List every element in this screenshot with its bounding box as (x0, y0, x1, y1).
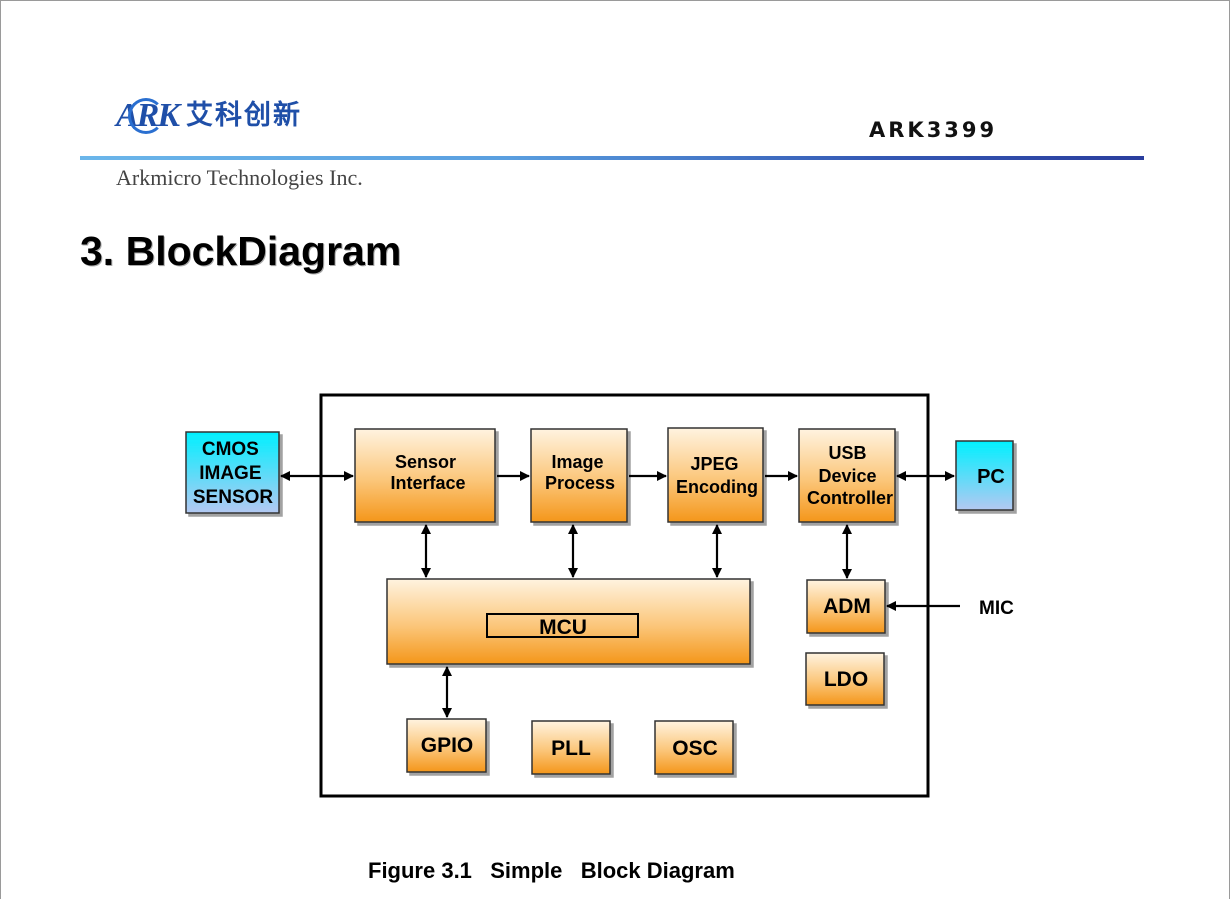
pc-block: PC (955, 440, 1014, 511)
block-diagram: CMOS IMAGE SENSOR PC MIC Sensor Interfac… (185, 393, 1014, 798)
usb-device-controller-block: USB Device Controller (798, 428, 896, 523)
sensor-interface-line2: Interface (390, 473, 465, 493)
sensor-interface-line1: Sensor (395, 452, 456, 472)
ldo-label: LDO (824, 668, 868, 691)
pll-block: PLL (531, 720, 611, 775)
adm-block: ADM (806, 579, 886, 634)
adm-label: ADM (823, 595, 871, 618)
usb-controller-line2: Device (818, 466, 876, 486)
jpeg-encoding-line1: JPEG (690, 454, 738, 474)
sensor-interface-block: Sensor Interface (354, 428, 496, 523)
svg-text:Sensor Interface: Sensor Interface (390, 452, 465, 493)
mcu-label: MCU (539, 616, 587, 639)
pc-label: PC (977, 466, 1005, 488)
gpio-block: GPIO (406, 718, 487, 773)
image-process-line1: Image (551, 452, 603, 472)
usb-controller-line3: Controller (807, 488, 893, 508)
osc-label: OSC (672, 737, 718, 760)
image-process-line2: Process (545, 473, 615, 493)
usb-controller-line1: USB (828, 443, 866, 463)
mic-label: MIC (979, 598, 1014, 619)
jpeg-encoding-block: JPEG Encoding (667, 427, 764, 523)
ldo-block: LDO (805, 652, 885, 706)
gpio-label: GPIO (421, 734, 474, 757)
cmos-label-line1: CMOS (202, 439, 259, 460)
osc-block: OSC (654, 720, 734, 775)
cmos-image-sensor-block: CMOS IMAGE SENSOR (185, 431, 280, 514)
cmos-label-line2: IMAGE (199, 463, 261, 484)
figure-caption: Figure 3.1 Simple Block Diagram (368, 858, 735, 883)
jpeg-encoding-line2: Encoding (676, 477, 758, 497)
image-process-block: Image Process (530, 428, 628, 523)
svg-text:CMOS IMAGE SENSOR: CMOS IMAGE SENSOR (193, 439, 274, 508)
pll-label: PLL (551, 737, 591, 760)
cmos-label-line3: SENSOR (193, 487, 274, 508)
svg-text:Image Process: Image Process (545, 452, 615, 493)
mcu-block: MCU (386, 578, 751, 665)
